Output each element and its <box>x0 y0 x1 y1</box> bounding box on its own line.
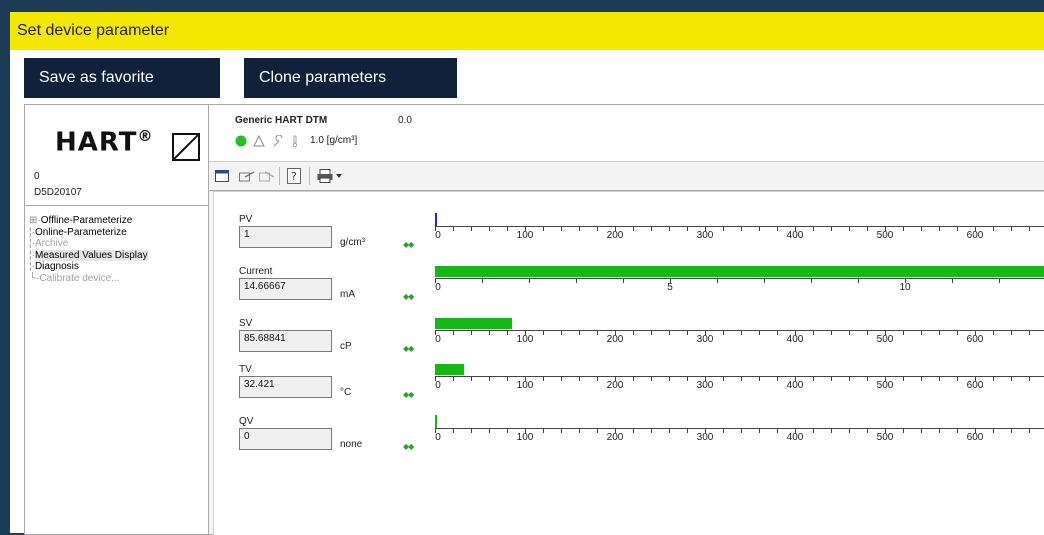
measured-value-label: TV <box>239 364 252 375</box>
scale-bar <box>435 266 1044 283</box>
measured-value-label: QV <box>239 416 254 427</box>
scale-tick-label: 200 <box>606 432 624 443</box>
scale-tick-label: 100 <box>516 432 534 443</box>
measured-value-unit: °C <box>340 387 352 398</box>
title-bar: Set device parameter <box>10 12 1044 50</box>
scale-tick-label: 500 <box>876 380 894 391</box>
value-bar <box>435 318 512 329</box>
scale-tick-label: 500 <box>876 432 894 443</box>
scale-tick-label: 0 <box>435 230 441 241</box>
measured-value-label: PV <box>239 214 253 225</box>
hart-logo: HART® <box>55 127 154 158</box>
device-address: 0 <box>34 171 40 182</box>
scale-tick-label: 100 <box>516 380 534 391</box>
scale-tick-label: 400 <box>786 432 804 443</box>
scale-tick-label: 600 <box>966 334 984 345</box>
measured-value-field: 1 <box>239 226 332 248</box>
app-window: Set device parameter Save as favorite Cl… <box>10 12 1044 535</box>
measured-value-field: 0 <box>239 428 332 450</box>
svg-text:?: ? <box>291 170 297 183</box>
dtm-toolbar: ? <box>209 161 1044 191</box>
status-dots-icon: ◆◆ <box>403 390 414 399</box>
scale-tick-label: 400 <box>786 380 804 391</box>
scale-tick-label: 400 <box>786 230 804 241</box>
wrench-icon <box>273 135 283 147</box>
scale-tick-label: 0 <box>435 334 441 345</box>
status-dots-icon: ◆◆ <box>403 240 414 249</box>
value-bar <box>435 266 1044 277</box>
dtm-panel: Generic HART DTM 0.0 1.0 [g/cm³] ? PV 1 g/… <box>208 104 1044 535</box>
scale-tick-label: 600 <box>966 380 984 391</box>
dtm-version: 0.0 <box>398 115 412 126</box>
device-serial: D5D20107 <box>34 187 82 198</box>
measured-value-unit: cP <box>340 341 352 352</box>
measured-value-field: 85.68841 <box>239 330 332 352</box>
window-title: Set device parameter <box>17 22 170 39</box>
scale-tick-label: 600 <box>966 230 984 241</box>
upload-icon[interactable] <box>239 170 255 182</box>
status-ok-icon <box>235 135 247 147</box>
measured-value-unit: none <box>340 439 363 450</box>
measured-value-label: SV <box>239 318 253 329</box>
device-panel: HART® 0 D5D20107 ⊞·Offline-Parameterize … <box>24 104 212 535</box>
value-bar <box>435 415 437 428</box>
scale-tick-label: 300 <box>696 334 714 345</box>
value-bar <box>435 213 437 226</box>
scale-tick-label: 200 <box>606 380 624 391</box>
device-info: HART® 0 D5D20107 <box>25 105 211 206</box>
scale-tick-label: 0 <box>435 282 441 293</box>
download-icon[interactable] <box>259 170 275 182</box>
primary-value-readout: 1.0 [g/cm³] <box>310 135 358 146</box>
measured-value-field: 14.66667 <box>239 278 332 300</box>
help-icon[interactable]: ? <box>287 168 301 184</box>
chevron-down-icon[interactable] <box>336 174 342 178</box>
navigation-tree: ⊞·Offline-Parameterize ¦·Online-Paramete… <box>29 215 148 284</box>
dtm-title: Generic HART DTM <box>235 115 328 126</box>
measured-values-display: PV 1 g/cm³ ◆◆ 0 100 200 300 400 500 600 Current 14.6… <box>213 191 1044 535</box>
measured-value-label: Current <box>239 266 273 277</box>
scale-tick-label: 100 <box>516 334 534 345</box>
tree-item-calibrate-device[interactable]: └·Calibrate device... <box>29 273 148 285</box>
save-as-favorite-button[interactable]: Save as favorite <box>24 58 220 98</box>
measured-value-unit: mA <box>340 289 355 300</box>
value-scale: 0 100 200 300 400 500 600 <box>435 363 1044 403</box>
tree-item-diagnosis[interactable]: ¦·Diagnosis <box>29 261 148 273</box>
scale-tick-label: 300 <box>696 230 714 241</box>
value-scale: 0 100 200 300 400 500 600 <box>435 213 1044 253</box>
scale-tick-label: 100 <box>516 230 534 241</box>
value-scale: 0 100 200 300 400 500 600 <box>435 317 1044 357</box>
scale-tick-label: 0 <box>435 432 441 443</box>
window-icon[interactable] <box>215 170 229 182</box>
print-icon[interactable] <box>317 169 333 183</box>
scale-tick-label: 300 <box>696 432 714 443</box>
scale-tick-label: 200 <box>606 230 624 241</box>
scale-tick-label: 0 <box>435 380 441 391</box>
tree-item-online-parameterize[interactable]: ¦·Online-Parameterize <box>29 227 148 239</box>
value-bar <box>435 364 465 375</box>
hart-logo-mark-icon <box>172 133 200 161</box>
scale-tick-label: 200 <box>606 334 624 345</box>
status-dots-icon: ◆◆ <box>403 442 414 451</box>
measured-value-unit: g/cm³ <box>340 237 365 248</box>
scale-tick-label: 500 <box>876 334 894 345</box>
tree-item-offline-parameterize[interactable]: ⊞·Offline-Parameterize <box>29 215 148 227</box>
scale-tick-label: 300 <box>696 380 714 391</box>
warning-triangle-icon <box>253 135 265 147</box>
scale-tick-label: 500 <box>876 230 894 241</box>
scale-tick-label: 600 <box>966 432 984 443</box>
scale-tick-label: 5 <box>667 282 673 293</box>
tree-item-measured-values-display[interactable]: ¦·Measured Values Display <box>29 249 148 262</box>
measured-value-field: 32.421 <box>239 376 332 398</box>
scale-tick-label: 10 <box>899 282 911 293</box>
value-scale: 0 5 10 <box>435 265 1044 305</box>
clone-parameters-button[interactable]: Clone parameters <box>244 58 457 98</box>
scale-tick-label: 400 <box>786 334 804 345</box>
status-dots-icon: ◆◆ <box>403 292 414 301</box>
tree-item-archive[interactable]: ¦·Archive <box>29 238 148 250</box>
thermometer-icon <box>293 135 298 147</box>
status-dots-icon: ◆◆ <box>403 344 414 353</box>
value-scale: 0 100 200 300 400 500 600 <box>435 415 1044 455</box>
